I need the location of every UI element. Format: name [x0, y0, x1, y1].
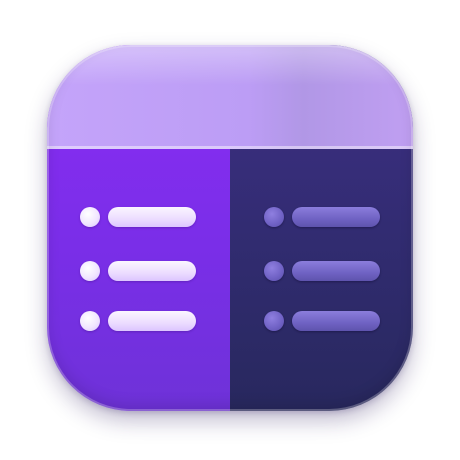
- left-list-item: [80, 261, 200, 281]
- text-line-placeholder: [292, 207, 380, 227]
- right-list-item: [264, 261, 384, 281]
- text-line-placeholder: [292, 261, 380, 281]
- left-list-item: [80, 311, 200, 331]
- text-line-placeholder: [108, 311, 196, 331]
- bullet-dot-icon: [264, 207, 284, 227]
- bullet-dot-icon: [80, 207, 100, 227]
- left-list-item: [80, 207, 200, 227]
- bullet-dot-icon: [80, 311, 100, 331]
- bullet-dot-icon: [264, 311, 284, 331]
- app-icon: [47, 45, 413, 411]
- header-gloss: [47, 45, 413, 85]
- bullet-dot-icon: [80, 261, 100, 281]
- bullet-dot-icon: [264, 261, 284, 281]
- right-list-item: [264, 311, 384, 331]
- text-line-placeholder: [292, 311, 380, 331]
- text-line-placeholder: [108, 261, 196, 281]
- text-line-placeholder: [108, 207, 196, 227]
- header-band: [47, 45, 413, 149]
- icon-canvas: [0, 0, 460, 460]
- right-list-item: [264, 207, 384, 227]
